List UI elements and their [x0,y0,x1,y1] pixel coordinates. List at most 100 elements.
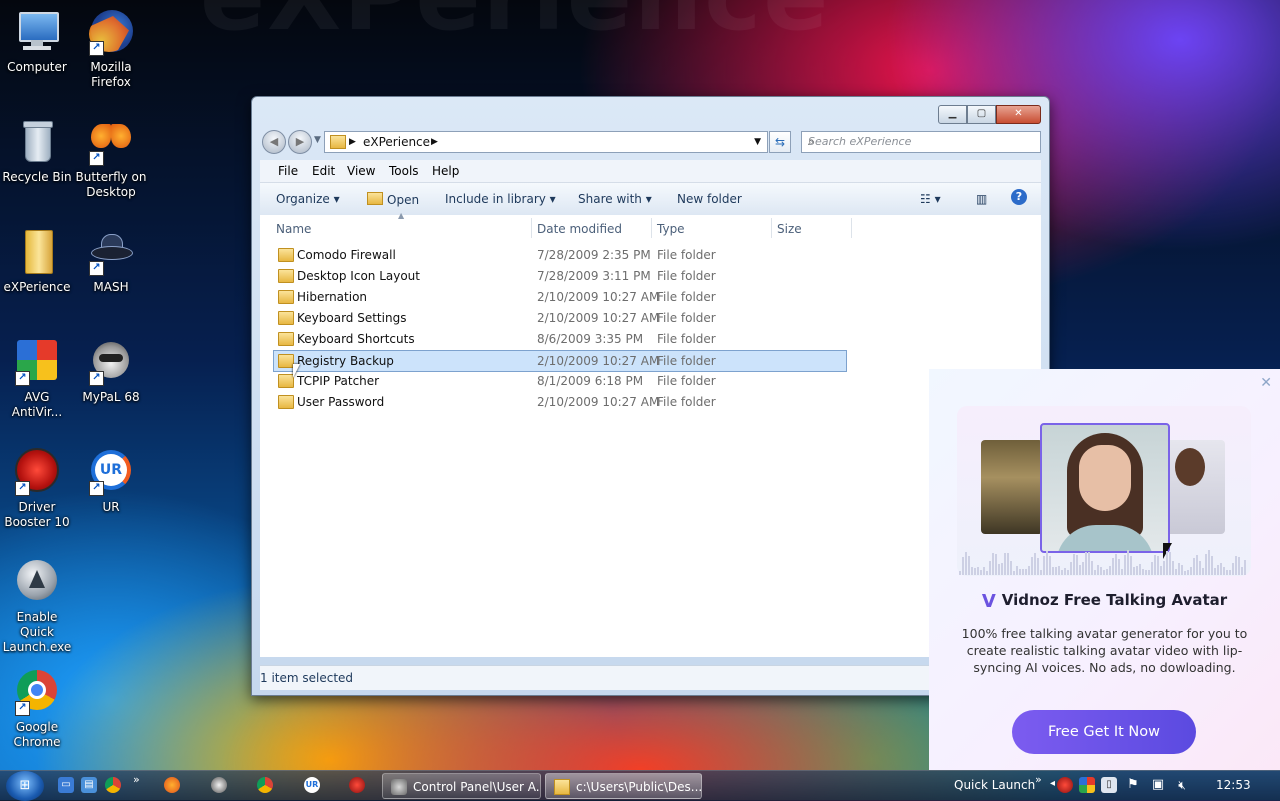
firefox-taskbar-icon[interactable] [164,777,180,793]
address-dropdown-icon[interactable]: ▼ [754,137,761,147]
file-row[interactable]: Keyboard Settings 2/10/2009 10:27 AM File … [274,308,846,328]
desktop-icon-avg[interactable]: ↗ AVG AntiVir... [0,338,74,420]
chrome-quicklaunch-icon[interactable] [105,777,121,793]
volume-muted-icon[interactable]: 🔇︎ [1174,777,1190,793]
column-size[interactable]: Size [777,222,802,236]
ur-taskbar-icon[interactable]: UR [304,777,320,793]
switch-windows-icon[interactable]: ▤ [81,777,97,793]
menu-file[interactable]: File [278,164,298,178]
file-row[interactable]: Desktop Icon Layout 7/28/2009 3:11 PM File… [274,266,846,286]
menu-help[interactable]: Help [432,164,459,178]
avatar-mona-lisa-image [981,440,1043,534]
desktop-icon-chrome[interactable]: ↗ Google Chrome [0,668,74,750]
menu-tools[interactable]: Tools [389,164,419,178]
waveform-bar [1109,566,1111,575]
tray-expand-icon[interactable]: ◂ [1050,778,1055,789]
column-type[interactable]: Type [657,222,685,236]
breadcrumb-separator-icon[interactable]: ▶ [349,137,356,147]
back-button[interactable]: ◀ [262,130,286,154]
maximize-button[interactable]: ▢ [967,105,996,124]
waveform-bar [1118,559,1120,575]
desktop-icon-driver-booster[interactable]: ↗ Driver Booster 10 [0,448,74,530]
forward-button[interactable]: ▶ [288,130,312,154]
waveform-bar [1205,554,1207,575]
waveform-bar [1160,566,1162,575]
recycle-bin-icon [13,118,61,166]
waveform-bar [1010,561,1012,575]
desktop-icon-label: Driver Booster 10 [4,500,70,529]
organize-button[interactable]: Organize ▾ [276,192,340,206]
tray-driver-booster-icon[interactable] [1057,777,1073,793]
desktop-icon-firefox[interactable]: ↗ Mozilla Firefox [74,8,148,90]
show-desktop-icon[interactable]: ▭ [58,777,74,793]
file-date-modified: 7/28/2009 2:35 PM [537,248,651,262]
waveform-bar [1094,569,1096,575]
mypal-taskbar-icon[interactable] [211,777,227,793]
desktop-icon-mash[interactable]: ↗ MASH [74,228,148,295]
desktop-icon-label: AVG AntiVir... [11,390,63,419]
search-box[interactable]: Search eXPerience ⌕ [801,131,1041,153]
breadcrumb-separator-icon[interactable]: ▶ [431,137,438,147]
help-icon[interactable]: ? [1011,189,1027,205]
refresh-button[interactable]: ⇆ [769,131,791,153]
desktop-icon-enable-quick-launch[interactable]: Enable Quick Launch.exe [0,558,74,655]
clock[interactable]: 12:53 [1216,778,1251,792]
open-button[interactable]: Open [367,192,419,207]
file-row[interactable]: Registry Backup 2/10/2009 10:27 AM File fo… [273,350,847,372]
menu-view[interactable]: View [347,164,375,178]
waveform-bar [1235,556,1237,575]
wallpaper-watermark: eXPerience [200,0,830,52]
waveform-bar [1169,551,1171,575]
driver-booster-icon: ↗ [13,448,61,496]
recent-pages-chevron-icon[interactable]: ▼ [314,135,321,145]
desktop-icon-ur[interactable]: UR ↗ UR [74,448,148,515]
quick-launch-overflow-icon[interactable]: » [133,773,140,786]
breadcrumb-item[interactable]: eXPerience [363,135,430,149]
quick-launch-overflow-icon[interactable]: » [1035,773,1042,786]
action-center-flag-icon[interactable]: ⚑ [1125,777,1141,793]
popup-close-icon[interactable]: ✕ [1260,375,1272,391]
start-button[interactable]: ⊞ [6,771,44,801]
driver-booster-taskbar-icon[interactable] [349,777,365,793]
desktop-icon-experience[interactable]: eXPerience [0,228,74,295]
file-row[interactable]: Hibernation 2/10/2009 10:27 AM File folder [274,287,846,307]
file-date-modified: 8/1/2009 6:18 PM [537,374,644,388]
tray-avg-icon[interactable] [1079,777,1095,793]
free-get-it-now-button[interactable]: Free Get It Now [1012,710,1196,754]
include-in-library-button[interactable]: Include in library ▾ [445,192,556,206]
quick-launch-toolbar-label[interactable]: Quick Launch [954,778,1035,792]
file-row[interactable]: Comodo Firewall 7/28/2009 2:35 PM File fol… [274,245,846,265]
ad-popup[interactable]: ✕ V Vidnoz Free Talking Avatar 100% free … [929,369,1280,770]
preview-pane-icon[interactable]: ▥ [976,192,987,206]
waveform-bar [1067,570,1069,575]
new-folder-button[interactable]: New folder [677,192,742,206]
close-button[interactable]: ✕ [996,105,1041,124]
tray-document-icon[interactable]: ▯ [1101,777,1117,793]
search-icon[interactable]: ⌕ [808,134,1034,149]
desktop-icon-butterfly[interactable]: ↗ Butterfly on Desktop [74,118,148,200]
address-bar[interactable]: ▶ eXPerience ▶ ▼ [324,131,768,153]
column-date-modified[interactable]: Date modified [537,222,622,236]
desktop-icon-recycle-bin[interactable]: Recycle Bin [0,118,74,185]
taskbar-window-control-panel[interactable]: Control Panel\User A... [382,773,541,799]
desktop-icon-mypal[interactable]: ↗ MyPaL 68 [74,338,148,405]
file-row[interactable]: User Password 2/10/2009 10:27 AM File fold… [274,392,846,412]
share-with-button[interactable]: Share with ▾ [578,192,652,206]
view-options-icon[interactable]: ☷ ▾ [920,192,941,206]
menu-edit[interactable]: Edit [312,164,335,178]
desktop-icon-computer[interactable]: Computer [0,8,74,75]
chrome-taskbar-icon[interactable] [257,777,273,793]
network-icon[interactable]: ▣ [1150,777,1166,793]
waveform-bar [1136,565,1138,575]
waveform-bar [1097,564,1099,575]
waveform-bar [971,566,973,575]
file-row[interactable]: TCPIP Patcher 8/1/2009 6:18 PM File folder [274,371,846,391]
file-date-modified: 2/10/2009 10:27 AM [537,311,660,325]
taskbar-window-explorer[interactable]: c:\Users\Public\Des... [545,773,702,799]
taskbar-window-title: c:\Users\Public\Des... [576,780,702,794]
waveform-bar [962,557,964,575]
minimize-button[interactable]: ▁ [938,105,967,124]
waveform-bar [1142,568,1144,575]
column-name[interactable]: Name [276,222,311,236]
file-row[interactable]: Keyboard Shortcuts 8/6/2009 3:35 PM File f… [274,329,846,349]
